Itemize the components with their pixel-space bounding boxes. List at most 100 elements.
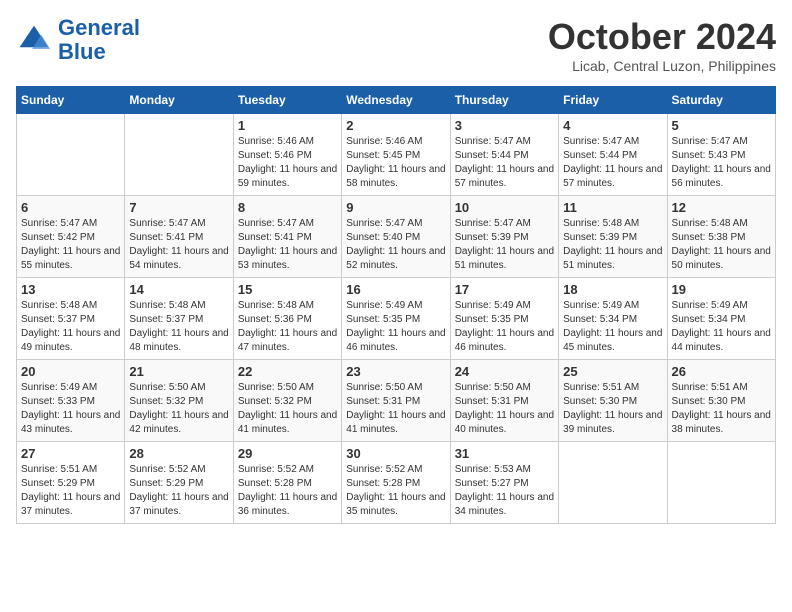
day-info: Sunrise: 5:49 AM Sunset: 5:34 PM Dayligh… bbox=[563, 299, 662, 355]
day-header-thursday: Thursday bbox=[450, 87, 558, 114]
calendar-cell: 15 Sunrise: 5:48 AM Sunset: 5:36 PM Dayli… bbox=[233, 278, 341, 360]
calendar-cell: 17Sunrise: 5:49 AM Sunset: 5:35 PM Dayli… bbox=[450, 278, 558, 360]
calendar-cell: 30 Sunrise: 5:52 AM Sunset: 5:28 PM Dayli… bbox=[342, 442, 450, 524]
calendar-cell bbox=[125, 114, 233, 196]
day-number: 4 bbox=[563, 118, 662, 133]
day-number: 14 bbox=[129, 282, 228, 297]
day-number: 24 bbox=[455, 364, 554, 379]
calendar-cell: 31Sunrise: 5:53 AM Sunset: 5:27 PM Dayli… bbox=[450, 442, 558, 524]
day-number: 3 bbox=[455, 118, 554, 133]
calendar-cell: 11 Sunrise: 5:48 AM Sunset: 5:39 PM Dayli… bbox=[559, 196, 667, 278]
day-info: Sunrise: 5:51 AM Sunset: 5:30 PM Dayligh… bbox=[563, 381, 662, 437]
day-info: Sunrise: 5:48 AM Sunset: 5:36 PM Dayligh… bbox=[238, 299, 337, 355]
day-info: Sunrise: 5:48 AM Sunset: 5:37 PM Dayligh… bbox=[129, 299, 228, 355]
day-info: Sunrise: 5:46 AM Sunset: 5:46 PM Dayligh… bbox=[238, 135, 337, 191]
day-number: 22 bbox=[238, 364, 337, 379]
day-number: 28 bbox=[129, 446, 228, 461]
calendar-cell: 13 Sunrise: 5:48 AM Sunset: 5:37 PM Dayli… bbox=[17, 278, 125, 360]
calendar-week-4: 20 Sunrise: 5:49 AM Sunset: 5:33 PM Dayli… bbox=[17, 360, 776, 442]
calendar-cell: 18 Sunrise: 5:49 AM Sunset: 5:34 PM Dayli… bbox=[559, 278, 667, 360]
title-area: October 2024 Licab, Central Luzon, Phili… bbox=[548, 16, 776, 74]
day-info: Sunrise: 5:47 AM Sunset: 5:44 PM Dayligh… bbox=[563, 135, 662, 191]
day-number: 13 bbox=[21, 282, 120, 297]
calendar-cell: 5 Sunrise: 5:47 AM Sunset: 5:43 PM Daylig… bbox=[667, 114, 775, 196]
calendar-cell: 26 Sunrise: 5:51 AM Sunset: 5:30 PM Dayli… bbox=[667, 360, 775, 442]
calendar-cell: 16Sunrise: 5:49 AM Sunset: 5:35 PM Dayli… bbox=[342, 278, 450, 360]
calendar-cell: 19 Sunrise: 5:49 AM Sunset: 5:34 PM Dayli… bbox=[667, 278, 775, 360]
day-header-sunday: Sunday bbox=[17, 87, 125, 114]
calendar-cell: 4 Sunrise: 5:47 AM Sunset: 5:44 PM Daylig… bbox=[559, 114, 667, 196]
day-number: 17 bbox=[455, 282, 554, 297]
day-info: Sunrise: 5:47 AM Sunset: 5:41 PM Dayligh… bbox=[238, 217, 337, 273]
day-number: 12 bbox=[672, 200, 771, 215]
calendar-cell bbox=[17, 114, 125, 196]
calendar-week-2: 6 Sunrise: 5:47 AM Sunset: 5:42 PM Daylig… bbox=[17, 196, 776, 278]
day-number: 27 bbox=[21, 446, 120, 461]
day-number: 29 bbox=[238, 446, 337, 461]
day-info: Sunrise: 5:46 AM Sunset: 5:45 PM Dayligh… bbox=[346, 135, 445, 191]
day-number: 30 bbox=[346, 446, 445, 461]
calendar-header: SundayMondayTuesdayWednesdayThursdayFrid… bbox=[17, 87, 776, 114]
day-info: Sunrise: 5:52 AM Sunset: 5:28 PM Dayligh… bbox=[238, 463, 337, 519]
day-info: Sunrise: 5:48 AM Sunset: 5:39 PM Dayligh… bbox=[563, 217, 662, 273]
day-info: Sunrise: 5:47 AM Sunset: 5:41 PM Dayligh… bbox=[129, 217, 228, 273]
day-number: 20 bbox=[21, 364, 120, 379]
day-info: Sunrise: 5:47 AM Sunset: 5:43 PM Dayligh… bbox=[672, 135, 771, 191]
calendar-week-3: 13 Sunrise: 5:48 AM Sunset: 5:37 PM Dayli… bbox=[17, 278, 776, 360]
day-number: 7 bbox=[129, 200, 228, 215]
calendar-week-5: 27Sunrise: 5:51 AM Sunset: 5:29 PM Dayli… bbox=[17, 442, 776, 524]
day-number: 16 bbox=[346, 282, 445, 297]
day-info: Sunrise: 5:50 AM Sunset: 5:31 PM Dayligh… bbox=[346, 381, 445, 437]
calendar-cell: 12 Sunrise: 5:48 AM Sunset: 5:38 PM Dayli… bbox=[667, 196, 775, 278]
calendar-cell bbox=[667, 442, 775, 524]
day-header-monday: Monday bbox=[125, 87, 233, 114]
calendar-cell: 7 Sunrise: 5:47 AM Sunset: 5:41 PM Daylig… bbox=[125, 196, 233, 278]
day-number: 26 bbox=[672, 364, 771, 379]
day-number: 9 bbox=[346, 200, 445, 215]
logo-line1: General bbox=[58, 15, 140, 40]
day-header-saturday: Saturday bbox=[667, 87, 775, 114]
logo: General Blue bbox=[16, 16, 140, 64]
day-info: Sunrise: 5:48 AM Sunset: 5:38 PM Dayligh… bbox=[672, 217, 771, 273]
day-info: Sunrise: 5:50 AM Sunset: 5:31 PM Dayligh… bbox=[455, 381, 554, 437]
day-info: Sunrise: 5:49 AM Sunset: 5:34 PM Dayligh… bbox=[672, 299, 771, 355]
day-header-tuesday: Tuesday bbox=[233, 87, 341, 114]
day-number: 21 bbox=[129, 364, 228, 379]
calendar-cell: 25 Sunrise: 5:51 AM Sunset: 5:30 PM Dayli… bbox=[559, 360, 667, 442]
calendar-cell: 29 Sunrise: 5:52 AM Sunset: 5:28 PM Dayli… bbox=[233, 442, 341, 524]
day-number: 15 bbox=[238, 282, 337, 297]
page-header: General Blue October 2024 Licab, Central… bbox=[16, 16, 776, 74]
day-info: Sunrise: 5:52 AM Sunset: 5:29 PM Dayligh… bbox=[129, 463, 228, 519]
calendar-cell: 10Sunrise: 5:47 AM Sunset: 5:39 PM Dayli… bbox=[450, 196, 558, 278]
calendar-cell: 8Sunrise: 5:47 AM Sunset: 5:41 PM Daylig… bbox=[233, 196, 341, 278]
calendar-cell: 24 Sunrise: 5:50 AM Sunset: 5:31 PM Dayli… bbox=[450, 360, 558, 442]
location-subtitle: Licab, Central Luzon, Philippines bbox=[548, 58, 776, 74]
calendar-cell: 2 Sunrise: 5:46 AM Sunset: 5:45 PM Daylig… bbox=[342, 114, 450, 196]
day-number: 6 bbox=[21, 200, 120, 215]
day-info: Sunrise: 5:47 AM Sunset: 5:42 PM Dayligh… bbox=[21, 217, 120, 273]
day-number: 1 bbox=[238, 118, 337, 133]
calendar-cell bbox=[559, 442, 667, 524]
day-info: Sunrise: 5:51 AM Sunset: 5:30 PM Dayligh… bbox=[672, 381, 771, 437]
day-number: 11 bbox=[563, 200, 662, 215]
day-info: Sunrise: 5:49 AM Sunset: 5:33 PM Dayligh… bbox=[21, 381, 120, 437]
day-info: Sunrise: 5:48 AM Sunset: 5:37 PM Dayligh… bbox=[21, 299, 120, 355]
calendar-cell: 21Sunrise: 5:50 AM Sunset: 5:32 PM Dayli… bbox=[125, 360, 233, 442]
day-info: Sunrise: 5:47 AM Sunset: 5:39 PM Dayligh… bbox=[455, 217, 554, 273]
calendar-cell: 14 Sunrise: 5:48 AM Sunset: 5:37 PM Dayli… bbox=[125, 278, 233, 360]
calendar-cell: 23 Sunrise: 5:50 AM Sunset: 5:31 PM Dayli… bbox=[342, 360, 450, 442]
logo-icon bbox=[16, 22, 52, 58]
day-number: 5 bbox=[672, 118, 771, 133]
logo-text: General Blue bbox=[58, 16, 140, 64]
calendar-week-1: 1 Sunrise: 5:46 AM Sunset: 5:46 PM Daylig… bbox=[17, 114, 776, 196]
day-number: 25 bbox=[563, 364, 662, 379]
calendar-cell: 22Sunrise: 5:50 AM Sunset: 5:32 PM Dayli… bbox=[233, 360, 341, 442]
day-number: 19 bbox=[672, 282, 771, 297]
day-header-friday: Friday bbox=[559, 87, 667, 114]
day-info: Sunrise: 5:52 AM Sunset: 5:28 PM Dayligh… bbox=[346, 463, 445, 519]
day-number: 31 bbox=[455, 446, 554, 461]
day-number: 18 bbox=[563, 282, 662, 297]
day-number: 23 bbox=[346, 364, 445, 379]
calendar-cell: 1 Sunrise: 5:46 AM Sunset: 5:46 PM Daylig… bbox=[233, 114, 341, 196]
day-number: 2 bbox=[346, 118, 445, 133]
